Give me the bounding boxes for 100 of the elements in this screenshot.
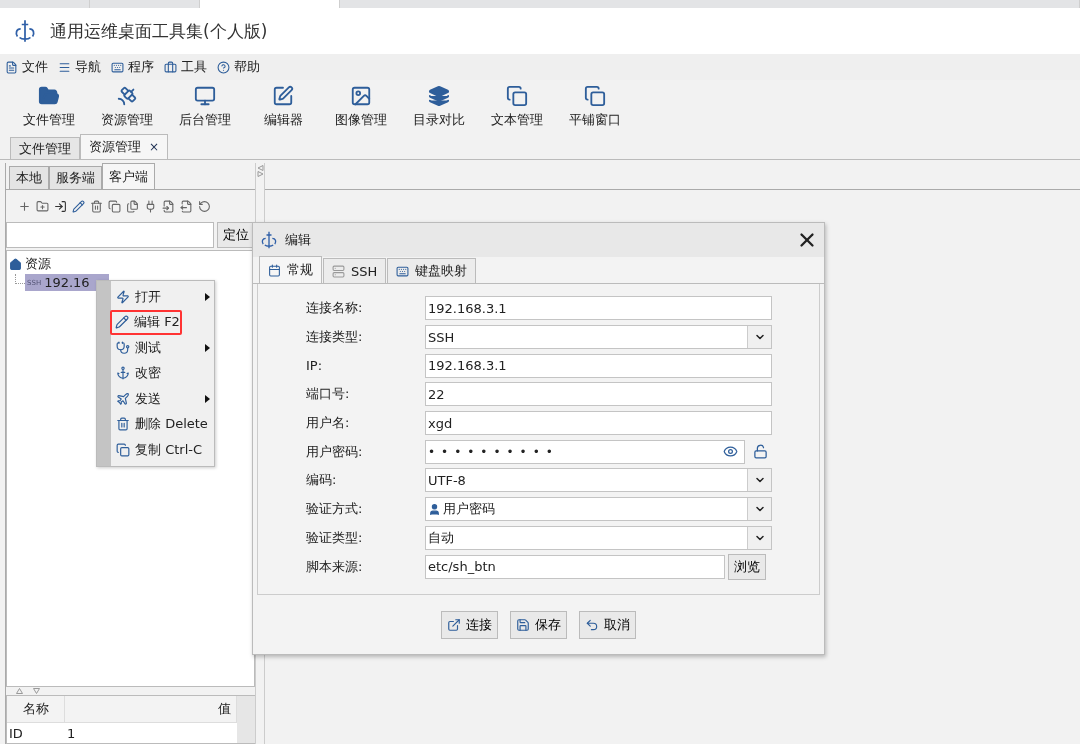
toolbar-button[interactable]: 平铺窗口 — [556, 85, 634, 129]
field-label: 用户密码: — [306, 442, 364, 461]
button-icon — [585, 617, 599, 632]
menu-item[interactable]: 导航 — [58, 58, 101, 76]
toolbar-icon[interactable] — [54, 199, 67, 213]
column-header: 值 — [65, 696, 237, 723]
toolbar-button[interactable]: 后台管理 — [166, 85, 244, 129]
menu-icon — [116, 417, 130, 432]
menu-icon — [115, 315, 129, 330]
tab-icon — [396, 264, 410, 278]
menu-item[interactable]: 测试 — [111, 335, 214, 361]
unlock-icon[interactable] — [753, 444, 768, 460]
field-label: IP: — [306, 358, 324, 374]
menu-item[interactable]: 帮助 — [217, 58, 260, 76]
menu-item[interactable]: 程序 — [111, 58, 154, 76]
arrow-icon[interactable] — [33, 688, 40, 694]
menu-item[interactable]: 删除 Delete — [111, 411, 214, 437]
locate-button[interactable]: 定位 — [217, 222, 255, 248]
submenu-arrow-icon — [205, 292, 210, 301]
menu-icon — [116, 289, 130, 304]
menu-icon — [116, 391, 130, 406]
browse-button[interactable]: 浏览 — [728, 553, 766, 580]
tree-item[interactable]: 资源 — [25, 255, 51, 273]
field-label: 连接类型: — [306, 328, 364, 347]
close-icon[interactable]: × — [149, 140, 160, 154]
tool-icon — [428, 85, 450, 107]
toolbar-icon[interactable] — [36, 199, 49, 213]
dialog-button[interactable]: 保存 — [510, 610, 567, 639]
button-icon — [447, 617, 461, 632]
dialog-button[interactable]: 取消 — [579, 610, 636, 639]
tool-icon — [584, 85, 606, 107]
toolbar-icon[interactable] — [144, 199, 157, 213]
table-cell-text: 1 — [66, 724, 77, 743]
menu-icon — [116, 442, 130, 457]
field-label: 端口号: — [306, 385, 351, 404]
password-field[interactable]: •••••••••• — [425, 439, 745, 464]
app-title: 通用运维桌面工具集(个人版) — [50, 19, 268, 43]
toolbar-button[interactable]: 图像管理 — [322, 85, 400, 129]
menu-icon — [116, 366, 130, 381]
field-label: 编码: — [306, 471, 338, 490]
panel-tab[interactable]: 本地 — [9, 166, 49, 189]
toolbar-icon[interactable] — [180, 199, 193, 213]
toolbar-icon[interactable] — [108, 199, 121, 213]
menu-item[interactable]: 复制 Ctrl-C — [111, 437, 214, 463]
dialog-tab[interactable]: 键盘映射 — [387, 258, 477, 283]
dropdown-field[interactable]: SSH — [425, 325, 772, 350]
menu-icon — [164, 60, 177, 74]
input-field[interactable]: 22 — [425, 382, 772, 407]
field-label: 验证方式: — [306, 500, 364, 519]
panel-tab[interactable]: 客户端 — [102, 163, 155, 189]
menu-icon — [5, 60, 18, 74]
toolbar-button[interactable]: 资源管理 — [88, 85, 166, 129]
column-header: 名称 — [7, 696, 65, 723]
tool-icon — [506, 85, 528, 107]
dropdown-field[interactable]: 自动 — [425, 525, 772, 550]
menu-item[interactable]: 工具 — [164, 58, 207, 76]
dropdown-field[interactable]: UTF-8 — [425, 468, 772, 493]
input-field[interactable]: 192.168.3.1 — [425, 296, 772, 321]
toolbar-icon[interactable] — [18, 199, 31, 213]
menu-item[interactable]: 打开 — [111, 284, 214, 310]
submenu-arrow-icon — [205, 343, 210, 352]
menu-icon — [58, 60, 71, 74]
toolbar-icon[interactable] — [72, 199, 85, 213]
scrollbar[interactable] — [237, 696, 255, 743]
tool-icon — [116, 85, 138, 107]
document-tab[interactable]: 文件管理 — [10, 137, 80, 159]
dialog-tab[interactable]: SSH — [323, 258, 387, 283]
field-label: 用户名: — [306, 414, 351, 433]
input-field[interactable]: etc/sh_btn — [425, 554, 725, 579]
tool-icon — [272, 85, 294, 107]
toolbar-button[interactable]: 文本管理 — [478, 85, 556, 129]
toolbar-button[interactable]: 目录对比 — [400, 85, 478, 129]
toolbar-button[interactable]: 编辑器 — [244, 85, 322, 129]
menu-item[interactable]: 编辑 F2 — [110, 309, 182, 335]
panel-tab[interactable]: 服务端 — [49, 166, 102, 189]
menu-item[interactable]: 文件 — [5, 58, 48, 76]
user-icon — [428, 502, 441, 516]
search-field[interactable] — [6, 222, 214, 248]
field-label: 脚本来源: — [306, 557, 364, 576]
menu-icon — [111, 60, 124, 74]
tab-icon — [268, 263, 281, 277]
dropdown-field[interactable]: 用户密码 — [425, 497, 772, 522]
table-cell-text: ID — [8, 724, 24, 743]
menu-icon — [116, 340, 130, 355]
dialog-button[interactable]: 连接 — [441, 610, 498, 639]
input-field[interactable]: 192.168.3.1 — [425, 353, 772, 378]
arrow-icon[interactable] — [16, 688, 23, 694]
input-field[interactable]: xgd — [425, 411, 772, 436]
menu-item[interactable]: 改密 — [111, 360, 214, 386]
tab-icon — [332, 264, 345, 278]
menu-item[interactable]: 发送 — [111, 386, 214, 412]
toolbar-icon[interactable] — [162, 199, 175, 213]
field-label: 连接名称: — [306, 299, 364, 318]
dialog-title: 编辑 — [285, 231, 312, 249]
document-tab[interactable]: 资源管理 × — [80, 134, 169, 159]
menu-icon — [217, 60, 230, 74]
toolbar-button[interactable]: 文件管理 — [10, 85, 88, 129]
eye-icon[interactable] — [723, 444, 738, 460]
tool-icon — [350, 85, 372, 107]
dialog-tab[interactable]: 常规 — [259, 256, 322, 283]
